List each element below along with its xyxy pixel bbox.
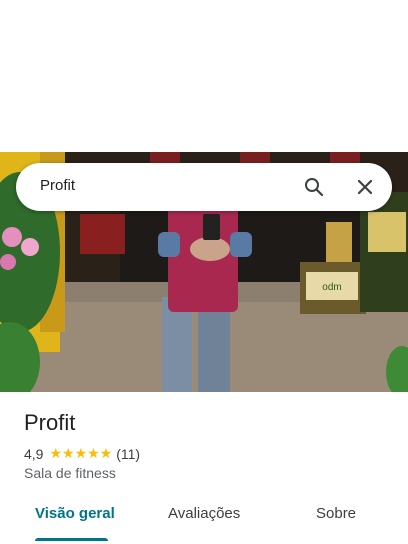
place-info-panel: Profit 4,9 ★★★★★ (11) Sala de fitness Vi… <box>0 392 408 544</box>
place-category: Sala de fitness <box>24 465 116 481</box>
search-input[interactable]: Profit <box>40 177 75 194</box>
tab-about[interactable]: Sobre <box>316 505 356 522</box>
top-blank-area <box>0 0 408 152</box>
photo-sign-text: odm <box>322 282 341 293</box>
rating-value: 4,9 <box>24 445 44 462</box>
search-bar[interactable]: Profit <box>16 163 392 211</box>
review-count[interactable]: (11) <box>116 446 140 462</box>
search-icon[interactable] <box>300 173 328 201</box>
tab-reviews[interactable]: Avaliações <box>168 505 240 522</box>
close-icon[interactable] <box>351 173 379 201</box>
place-title: Profit <box>24 410 76 435</box>
tab-overview[interactable]: Visão geral <box>35 505 115 522</box>
star-rating-icon: ★★★★★ <box>49 445 113 461</box>
rating-row[interactable]: 4,9 ★★★★★ (11) <box>24 445 140 462</box>
tab-bar: Visão geral Avaliações Sobre <box>0 498 408 544</box>
active-tab-indicator <box>35 538 108 541</box>
